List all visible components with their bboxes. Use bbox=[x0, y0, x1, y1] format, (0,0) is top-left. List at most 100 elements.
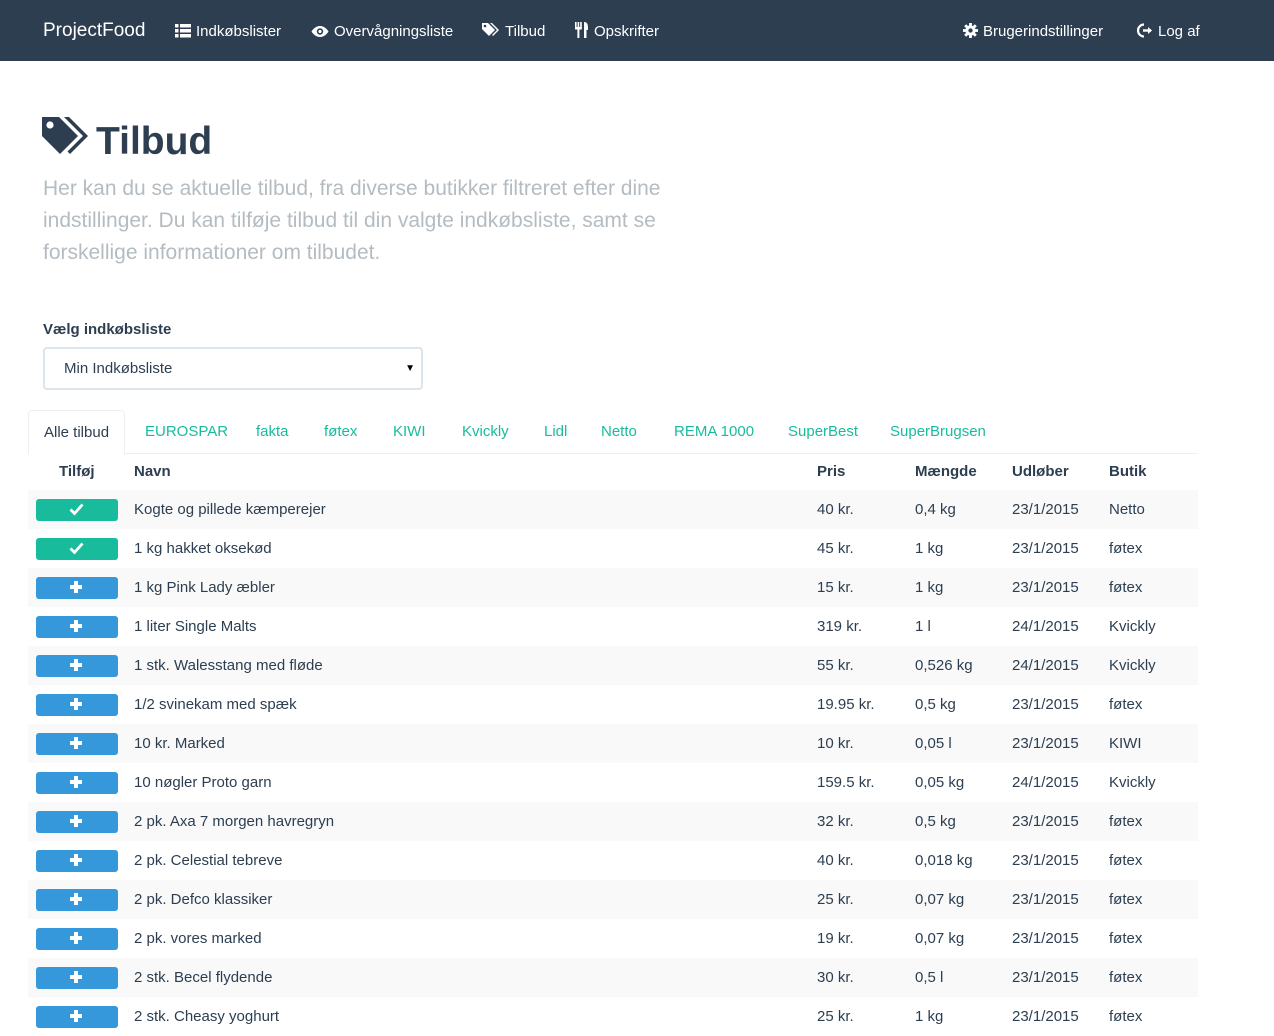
plus-icon bbox=[70, 854, 82, 866]
add-to-list-button[interactable] bbox=[36, 1006, 118, 1028]
plus-icon bbox=[70, 815, 82, 827]
column-header-tilfoj: Tilføj bbox=[59, 463, 95, 480]
cell-name: 10 kr. Marked bbox=[134, 735, 225, 752]
added-to-list-button[interactable] bbox=[36, 499, 118, 521]
add-to-list-button[interactable] bbox=[36, 772, 118, 794]
cell-price: 319 kr. bbox=[817, 618, 863, 635]
check-icon bbox=[69, 542, 84, 555]
cell-store: føtex bbox=[1109, 852, 1143, 869]
add-to-list-button[interactable] bbox=[36, 655, 118, 677]
cell-price: 19 kr. bbox=[817, 930, 854, 947]
cell-expires: 23/1/2015 bbox=[1012, 1008, 1079, 1025]
cell-amount: 0,05 kg bbox=[915, 774, 965, 791]
add-to-list-button[interactable] bbox=[36, 616, 118, 638]
plus-icon bbox=[70, 737, 82, 749]
cell-amount: 1 kg bbox=[915, 579, 944, 596]
table-row: 1 liter Single Malts 319 kr. 1 l 24/1/2015 K… bbox=[28, 607, 1198, 646]
add-to-list-button[interactable] bbox=[36, 928, 118, 950]
cell-price: 30 kr. bbox=[817, 969, 854, 986]
shopping-list-select-value: Min Indkøbsliste bbox=[64, 360, 173, 377]
table-row: 2 pk. vores marked 19 kr. 0,07 kg 23/1/2015… bbox=[28, 919, 1198, 958]
plus-icon bbox=[70, 659, 82, 671]
tab-rema-1000[interactable]: REMA 1000 bbox=[674, 410, 754, 454]
cell-amount: 0,5 kg bbox=[915, 813, 956, 830]
cell-name: 1 stk. Walesstang med fløde bbox=[134, 657, 323, 674]
tab-alle-tilbud[interactable]: Alle tilbud bbox=[28, 410, 126, 455]
tab-kiwi[interactable]: KIWI bbox=[393, 410, 426, 454]
table-row: 10 nøgler Proto garn 159.5 kr. 0,05 kg 24/1… bbox=[28, 763, 1198, 802]
page-title: Tilbud bbox=[42, 116, 212, 168]
add-to-list-button[interactable] bbox=[36, 733, 118, 755]
nav-item-overvagningsliste[interactable]: Overvågningsliste bbox=[311, 0, 453, 61]
nav-item-indkobslister[interactable]: Indkøbslister bbox=[175, 0, 281, 61]
add-to-list-button[interactable] bbox=[36, 850, 118, 872]
cell-expires: 24/1/2015 bbox=[1012, 774, 1079, 791]
cell-price: 45 kr. bbox=[817, 540, 854, 557]
cell-amount: 1 kg bbox=[915, 1008, 944, 1025]
tab-fakta[interactable]: fakta bbox=[256, 410, 289, 454]
tab-fotex[interactable]: føtex bbox=[324, 410, 357, 454]
nav-item-label: Indkøbslister bbox=[196, 23, 282, 40]
nav-item-label: Overvågningsliste bbox=[334, 23, 454, 40]
plus-icon bbox=[70, 893, 82, 905]
cell-name: 1 kg hakket oksekød bbox=[134, 540, 272, 557]
plus-icon bbox=[70, 932, 82, 944]
tab-superbrugsen[interactable]: SuperBrugsen bbox=[890, 410, 986, 454]
cell-amount: 1 kg bbox=[915, 540, 944, 557]
cell-price: 15 kr. bbox=[817, 579, 854, 596]
add-to-list-button[interactable] bbox=[36, 811, 118, 833]
cell-amount: 1 l bbox=[915, 618, 931, 635]
nav-item-log-af[interactable]: Log af bbox=[1136, 0, 1200, 61]
cell-amount: 0,4 kg bbox=[915, 501, 956, 518]
cell-store: føtex bbox=[1109, 540, 1143, 557]
column-header-navn: Navn bbox=[134, 463, 171, 480]
cell-expires: 23/1/2015 bbox=[1012, 735, 1079, 752]
tags-icon bbox=[42, 117, 92, 171]
column-header-butik: Butik bbox=[1109, 463, 1147, 480]
cell-name: 1 kg Pink Lady æbler bbox=[134, 579, 275, 596]
add-to-list-button[interactable] bbox=[36, 889, 118, 911]
nav-item-label: Opskrifter bbox=[594, 23, 660, 40]
cell-store: føtex bbox=[1109, 579, 1143, 596]
column-header-udlober: Udløber bbox=[1012, 463, 1069, 480]
tab-kvickly[interactable]: Kvickly bbox=[462, 410, 509, 454]
table-row: Kogte og pillede kæmperejer 40 kr. 0,4 kg 2… bbox=[28, 490, 1198, 529]
plus-icon bbox=[70, 698, 82, 710]
table-row: 1 stk. Walesstang med fløde 55 kr. 0,526 k… bbox=[28, 646, 1198, 685]
nav-item-brugerindstillinger[interactable]: Brugerindstillinger bbox=[963, 0, 1103, 61]
nav-item-opskrifter[interactable]: Opskrifter bbox=[575, 0, 659, 61]
page-title-text: Tilbud bbox=[96, 120, 213, 163]
tab-eurospar[interactable]: EUROSPAR bbox=[145, 410, 228, 454]
cell-price: 55 kr. bbox=[817, 657, 854, 674]
shopping-list-select[interactable]: Min Indkøbsliste ▼ bbox=[43, 347, 423, 390]
cell-expires: 23/1/2015 bbox=[1012, 930, 1079, 947]
brand-link[interactable]: ProjectFood bbox=[43, 0, 145, 61]
add-to-list-button[interactable] bbox=[36, 694, 118, 716]
cell-expires: 23/1/2015 bbox=[1012, 852, 1079, 869]
column-header-pris: Pris bbox=[817, 463, 846, 480]
nav-item-label: Log af bbox=[1158, 23, 1200, 40]
add-to-list-button[interactable] bbox=[36, 577, 118, 599]
tab-netto[interactable]: Netto bbox=[601, 410, 637, 454]
cell-store: Netto bbox=[1109, 501, 1145, 518]
tab-lidl[interactable]: Lidl bbox=[544, 410, 567, 454]
tab-superbest[interactable]: SuperBest bbox=[788, 410, 858, 454]
cell-expires: 24/1/2015 bbox=[1012, 657, 1079, 674]
cell-store: føtex bbox=[1109, 930, 1143, 947]
nav-item-tilbud[interactable]: Tilbud bbox=[482, 0, 545, 61]
cell-expires: 23/1/2015 bbox=[1012, 501, 1079, 518]
page-lead: Her kan du se aktuelle tilbud, fra diver… bbox=[43, 177, 661, 264]
shopping-list-select-label: Vælg indkøbsliste bbox=[43, 321, 172, 338]
cell-price: 25 kr. bbox=[817, 891, 854, 908]
store-tabs: Alle tilbud EUROSPAR fakta føtex KIWI Kv… bbox=[28, 410, 1198, 455]
table-row: 1/2 svinekam med spæk 19.95 kr. 0,5 kg 23/1… bbox=[28, 685, 1198, 724]
offers-table-header: Tilføj Navn Pris Mængde Udløber Butik bbox=[28, 454, 1198, 490]
gear-icon bbox=[963, 23, 978, 38]
cell-name: 10 nøgler Proto garn bbox=[134, 774, 272, 791]
eye-icon bbox=[311, 26, 329, 37]
add-to-list-button[interactable] bbox=[36, 967, 118, 989]
table-row: 1 kg hakket oksekød 45 kr. 1 kg 23/1/2015 fø… bbox=[28, 529, 1198, 568]
cell-name: 2 pk. Axa 7 morgen havregryn bbox=[134, 813, 335, 830]
added-to-list-button[interactable] bbox=[36, 538, 118, 560]
log-out-icon bbox=[1136, 23, 1152, 38]
